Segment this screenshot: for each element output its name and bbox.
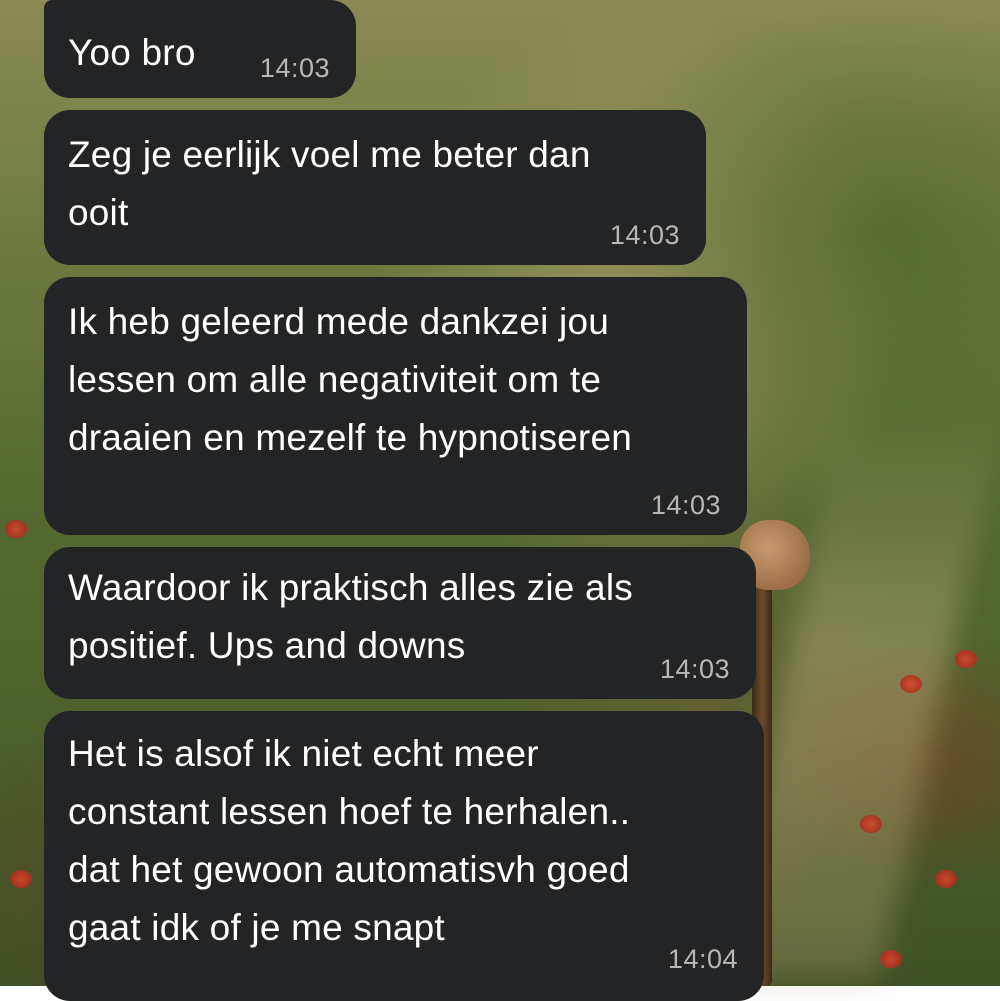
message-time: 14:03 bbox=[609, 220, 680, 250]
message-bubble[interactable]: Waardoor ik praktisch alles zie als posi… bbox=[44, 547, 756, 699]
message-time: 14:04 bbox=[667, 944, 738, 974]
message-bubble[interactable]: Ik heb geleerd mede dankzei jou lessen o… bbox=[44, 277, 747, 535]
message-time: 14:03 bbox=[259, 53, 330, 83]
message-list: Yoo bro 14:03 Zeg je eerlijk voel me bet… bbox=[0, 0, 1000, 1001]
message-text: Het is alsof ik niet echt meer constant … bbox=[68, 733, 631, 948]
message-bubble[interactable]: Zeg je eerlijk voel me beter dan ooit 14… bbox=[44, 110, 706, 265]
message-bubble[interactable]: Het is alsof ik niet echt meer constant … bbox=[44, 711, 764, 1001]
message-text: Zeg je eerlijk voel me beter dan ooit bbox=[68, 134, 591, 233]
message-bubble[interactable]: Yoo bro 14:03 bbox=[44, 0, 356, 98]
message-time: 14:03 bbox=[659, 654, 730, 684]
message-time: 14:03 bbox=[650, 490, 721, 520]
message-text: Waardoor ik praktisch alles zie als posi… bbox=[68, 567, 633, 666]
message-text: Ik heb geleerd mede dankzei jou lessen o… bbox=[68, 301, 633, 458]
